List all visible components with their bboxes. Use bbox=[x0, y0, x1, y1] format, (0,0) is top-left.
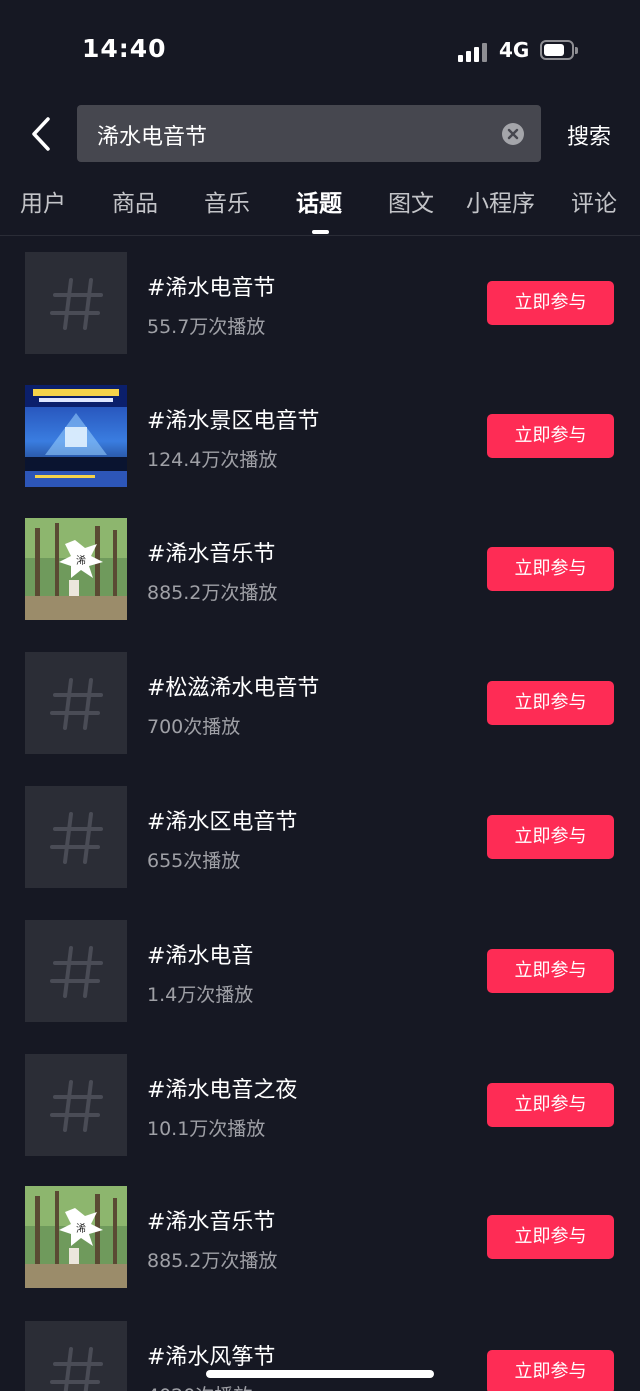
join-topic-button[interactable]: 立即参与 bbox=[487, 681, 614, 725]
topic-thumbnail bbox=[25, 385, 127, 487]
search-input[interactable]: 浠水电音节 bbox=[77, 105, 541, 162]
back-arrow-icon bbox=[32, 117, 50, 151]
topic-play-count: 885.2万次播放 bbox=[147, 1250, 278, 1272]
topic-row[interactable]: #浠水电音 1.4万次播放 立即参与 bbox=[0, 920, 640, 1024]
topic-play-count: 124.4万次播放 bbox=[147, 449, 278, 471]
clear-icon[interactable] bbox=[502, 123, 524, 145]
join-topic-button[interactable]: 立即参与 bbox=[487, 281, 614, 325]
join-topic-button[interactable]: 立即参与 bbox=[487, 1215, 614, 1259]
join-topic-button[interactable]: 立即参与 bbox=[487, 815, 614, 859]
topic-row[interactable]: #浠水景区电音节 124.4万次播放 立即参与 bbox=[0, 385, 640, 489]
tab-mini-programs[interactable]: 小程序 bbox=[466, 184, 535, 218]
hashtag-icon bbox=[50, 1080, 103, 1132]
topic-play-count: 885.2万次播放 bbox=[147, 582, 278, 604]
tab-users[interactable]: 用户 bbox=[20, 184, 66, 218]
topic-row[interactable]: 浠 #浠水音乐节 885.2万次播放 立即参与 bbox=[0, 518, 640, 622]
concert-photo bbox=[25, 385, 127, 487]
topic-title: #浠水音乐节 bbox=[147, 542, 276, 567]
topic-row[interactable]: #浠水电音节 55.7万次播放 立即参与 bbox=[0, 252, 640, 356]
topic-thumbnail bbox=[25, 252, 127, 354]
topic-play-count: 1.4万次播放 bbox=[147, 984, 254, 1006]
topic-play-count: 4020次播放 bbox=[147, 1381, 252, 1391]
category-tabs: 用户 商品 音乐 话题 图文 小程序 评论 bbox=[0, 184, 640, 236]
park-photo: 浠 bbox=[25, 518, 127, 620]
topic-row[interactable]: #浠水风筝节 4020次播放 立即参与 bbox=[0, 1321, 640, 1391]
topic-thumbnail bbox=[25, 1321, 127, 1391]
tab-music[interactable]: 音乐 bbox=[204, 184, 250, 218]
topic-thumbnail: 浠 bbox=[25, 518, 127, 620]
hashtag-icon bbox=[50, 946, 103, 998]
hashtag-icon bbox=[50, 678, 103, 730]
join-topic-button[interactable]: 立即参与 bbox=[487, 1350, 614, 1391]
topic-title: #浠水区电音节 bbox=[147, 810, 298, 835]
status-time: 14:40 bbox=[82, 34, 167, 63]
topic-thumbnail bbox=[25, 1054, 127, 1156]
topic-title: #浠水电音 bbox=[147, 944, 254, 969]
network-label: 4G bbox=[499, 38, 530, 62]
topic-play-count: 10.1万次播放 bbox=[147, 1118, 266, 1140]
search-query-text: 浠水电音节 bbox=[97, 125, 208, 150]
topic-title: #浠水电音之夜 bbox=[147, 1078, 298, 1103]
tab-topics[interactable]: 话题 bbox=[296, 184, 342, 218]
battery-icon bbox=[540, 40, 578, 62]
search-results-screen: 14:40 4G 浠水电音节 搜索 用户 商品 音乐 话题 图文 小程序 评论 … bbox=[0, 0, 640, 1391]
topic-play-count: 700次播放 bbox=[147, 716, 241, 738]
join-topic-button[interactable]: 立即参与 bbox=[487, 414, 614, 458]
hashtag-icon bbox=[50, 278, 103, 330]
hashtag-icon bbox=[50, 1347, 103, 1391]
active-tab-indicator bbox=[312, 230, 329, 234]
join-topic-button[interactable]: 立即参与 bbox=[487, 949, 614, 993]
park-photo: 浠 bbox=[25, 1186, 127, 1288]
topic-thumbnail: 浠 bbox=[25, 1186, 127, 1288]
topic-title: #浠水风筝节 bbox=[147, 1345, 276, 1370]
tab-image-text[interactable]: 图文 bbox=[388, 184, 434, 218]
back-button[interactable] bbox=[22, 112, 62, 156]
svg-text:浠: 浠 bbox=[76, 1222, 86, 1235]
topic-thumbnail bbox=[25, 652, 127, 754]
topic-row[interactable]: #浠水区电音节 655次播放 立即参与 bbox=[0, 786, 640, 890]
topic-title: #浠水电音节 bbox=[147, 276, 276, 301]
topic-title: #浠水音乐节 bbox=[147, 1210, 276, 1235]
tab-comments[interactable]: 评论 bbox=[571, 184, 617, 218]
topic-row[interactable]: #浠水电音之夜 10.1万次播放 立即参与 bbox=[0, 1054, 640, 1158]
topic-thumbnail bbox=[25, 786, 127, 888]
status-bar: 14:40 4G bbox=[0, 0, 640, 100]
topic-play-count: 55.7万次播放 bbox=[147, 316, 266, 338]
topic-row[interactable]: #松滋浠水电音节 700次播放 立即参与 bbox=[0, 652, 640, 756]
search-button[interactable]: 搜索 bbox=[567, 119, 611, 151]
topic-play-count: 655次播放 bbox=[147, 850, 241, 872]
svg-text:浠: 浠 bbox=[76, 554, 86, 567]
join-topic-button[interactable]: 立即参与 bbox=[487, 1083, 614, 1127]
topic-thumbnail bbox=[25, 920, 127, 1022]
tabs-divider bbox=[0, 235, 640, 236]
topic-title: #浠水景区电音节 bbox=[147, 409, 320, 434]
hashtag-icon bbox=[50, 812, 103, 864]
join-topic-button[interactable]: 立即参与 bbox=[487, 547, 614, 591]
tab-products[interactable]: 商品 bbox=[112, 184, 158, 218]
topic-title: #松滋浠水电音节 bbox=[147, 676, 320, 701]
topic-row[interactable]: 浠 #浠水音乐节 885.2万次播放 立即参与 bbox=[0, 1186, 640, 1290]
signal-bars-icon bbox=[458, 42, 488, 62]
home-indicator[interactable] bbox=[206, 1370, 434, 1378]
